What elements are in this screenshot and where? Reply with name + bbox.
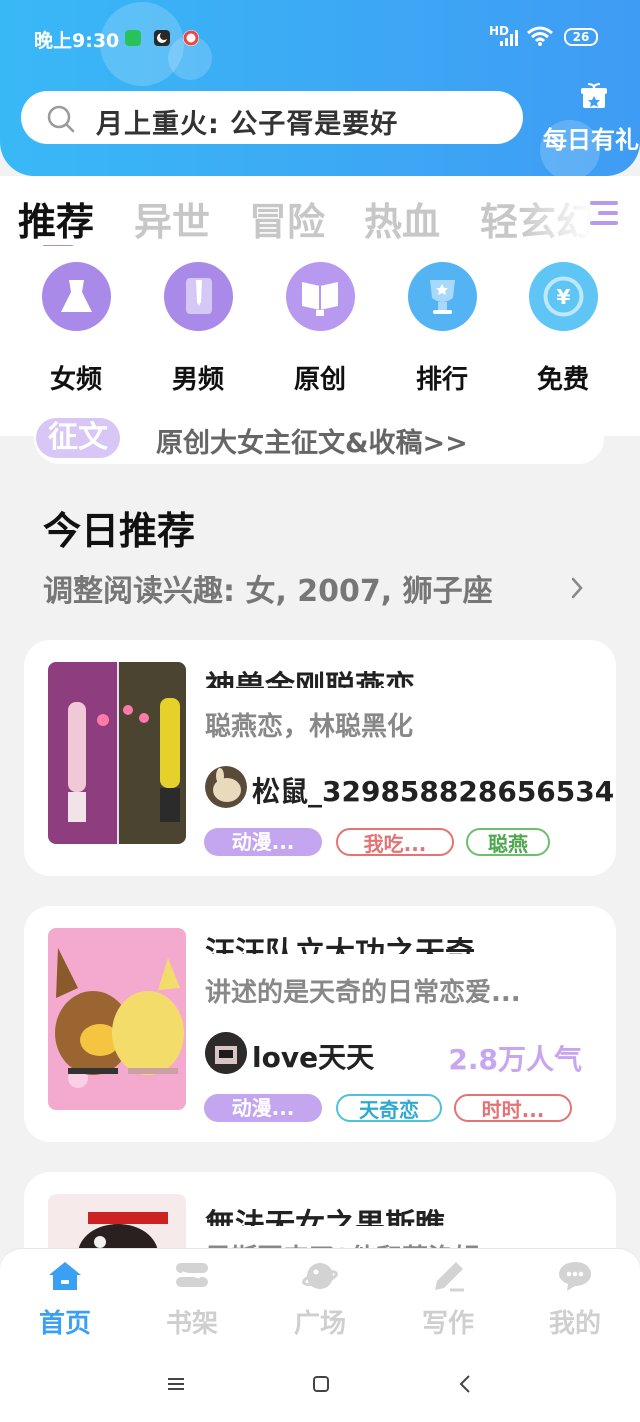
search-bar[interactable]: 月上重火: 公子胥是要好 xyxy=(21,91,523,144)
nav-home[interactable]: 首页 xyxy=(15,1259,115,1340)
tab-adventure[interactable]: 冒险 xyxy=(249,191,325,246)
author-name[interactable]: 松鼠_329858828656534... xyxy=(252,770,616,810)
nav-mine[interactable]: 我的 xyxy=(525,1259,625,1340)
bottom-navigation: 首页 书架 广场 写作 我的 xyxy=(0,1248,640,1349)
chevron-right-icon[interactable] xyxy=(570,576,584,600)
category-label: 排行 xyxy=(415,365,468,395)
system-navigation-bar xyxy=(0,1348,640,1422)
book-tag[interactable]: 天奇恋 xyxy=(336,1094,442,1122)
wechat-icon xyxy=(125,30,141,46)
nav-label: 我的 xyxy=(548,1309,601,1339)
recent-apps-icon[interactable] xyxy=(167,1376,185,1392)
category-female[interactable]: 女频 xyxy=(26,262,126,396)
nav-label: 广场 xyxy=(293,1309,346,1339)
nav-plaza[interactable]: 广场 xyxy=(270,1259,370,1340)
daily-gift-label[interactable]: 每日有礼 xyxy=(543,120,639,155)
book-tag[interactable]: 时时... xyxy=(454,1094,572,1122)
wifi-icon xyxy=(527,26,553,46)
book-tag[interactable]: 动漫... xyxy=(204,828,322,856)
moon-icon xyxy=(154,30,170,46)
book-description: 讲述的是天奇的日常恋爱... xyxy=(205,978,521,1008)
author-name[interactable]: love天天 xyxy=(252,1036,374,1076)
category-label: 原创 xyxy=(293,365,346,395)
popularity-count: 2.8万人气 xyxy=(448,1043,582,1076)
category-original[interactable]: 原创 xyxy=(270,262,370,396)
nav-bookshelf[interactable]: 书架 xyxy=(142,1259,242,1340)
planet-icon xyxy=(302,1263,338,1289)
header: 晚上9:30 HD 26 月上重火: 公子胥是要好 每日有礼 xyxy=(0,0,640,176)
book-description: 果斯回来了?他和莱洛娟 xyxy=(205,1238,480,1248)
back-icon[interactable] xyxy=(458,1374,472,1394)
shirt-icon xyxy=(163,262,233,331)
pen-icon xyxy=(435,1262,464,1292)
app-status-icon xyxy=(183,30,199,46)
bookshelf-icon xyxy=(176,1263,208,1287)
category-label: 男频 xyxy=(171,365,224,395)
menu-icon[interactable] xyxy=(588,198,620,228)
tab-recommend[interactable]: 推荐 xyxy=(18,191,94,246)
home-button-icon[interactable] xyxy=(312,1375,330,1393)
book-card[interactable]: 汪汪队立大功之天奇 讲述的是天奇的日常恋爱... love天天 2.8万人气 动… xyxy=(24,906,616,1142)
contest-badge: 征文 xyxy=(36,418,120,458)
tabs-fade xyxy=(520,176,640,246)
avatar[interactable] xyxy=(205,766,247,808)
book-card[interactable]: 神兽金刚聪燕恋 聪燕恋，林聪黑化 松鼠_329858828656534... 动… xyxy=(24,640,616,876)
home-icon xyxy=(49,1262,81,1290)
category-ranking[interactable]: 排行 xyxy=(392,262,492,396)
signal-icon xyxy=(500,30,520,46)
battery-indicator: 26 xyxy=(564,28,598,46)
contest-banner[interactable]: 征文 原创大女主征文&收稿>> xyxy=(34,400,604,464)
nav-label: 写作 xyxy=(421,1309,474,1339)
book-title[interactable]: 無法无女之果斯瞧 xyxy=(205,1200,445,1226)
section-title: 今日推荐 xyxy=(43,509,196,553)
book-tag[interactable]: 聪燕 xyxy=(466,828,550,856)
gift-icon[interactable] xyxy=(580,82,608,110)
category-free[interactable]: ¥ 免费 xyxy=(513,262,613,396)
nav-label: 书架 xyxy=(165,1309,218,1339)
search-icon xyxy=(47,105,75,133)
category-label: 女频 xyxy=(49,365,102,395)
trophy-icon xyxy=(407,262,477,331)
book-tag[interactable]: 我吃... xyxy=(336,828,454,856)
nav-writing[interactable]: 写作 xyxy=(398,1259,498,1340)
dress-icon xyxy=(41,262,111,331)
book-tag[interactable]: 动漫... xyxy=(204,1094,322,1122)
status-time: 晚上9:30 xyxy=(34,30,120,52)
avatar[interactable] xyxy=(205,1032,247,1074)
tab-hot-blood[interactable]: 热血 xyxy=(364,191,440,246)
category-male[interactable]: 男频 xyxy=(148,262,248,396)
search-placeholder: 月上重火: 公子胥是要好 xyxy=(96,109,399,140)
reading-interest-link[interactable]: 调整阅读兴趣: 女, 2007, 狮子座 xyxy=(43,566,493,610)
contest-banner-text: 原创大女主征文&收稿>> xyxy=(156,428,468,459)
yuan-coin-icon: ¥ xyxy=(528,262,598,331)
chat-bubble-icon xyxy=(559,1262,591,1291)
book-title[interactable]: 神兽金刚聪燕恋 xyxy=(205,662,415,688)
book-title[interactable]: 汪汪队立大功之天奇 xyxy=(205,928,475,954)
svg-text:¥: ¥ xyxy=(556,285,570,309)
book-cover[interactable] xyxy=(48,928,186,1110)
status-bar: 晚上9:30 HD 26 xyxy=(0,0,640,76)
tab-otherworld[interactable]: 异世 xyxy=(134,191,210,246)
category-label: 免费 xyxy=(536,365,589,395)
book-description: 聪燕恋，林聪黑化 xyxy=(205,712,414,742)
nav-label: 首页 xyxy=(38,1309,91,1339)
book-cover[interactable] xyxy=(48,662,186,844)
book-icon xyxy=(285,262,355,331)
category-tabs: 推荐 异世 冒险 热血 轻玄幻 xyxy=(0,176,640,250)
